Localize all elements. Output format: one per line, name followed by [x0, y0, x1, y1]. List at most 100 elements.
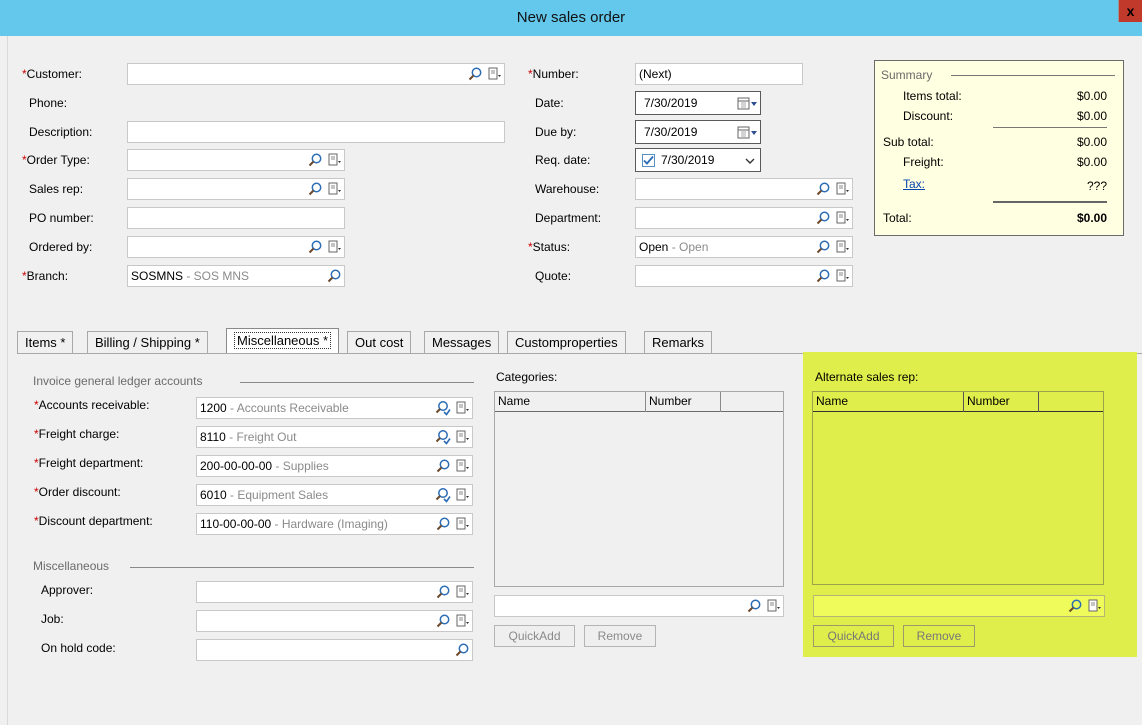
alternate-sales-rep-grid[interactable]: Name Number	[812, 391, 1104, 585]
column-header-number[interactable]: Number	[964, 392, 1039, 412]
dropdown-menu-icon[interactable]	[454, 487, 470, 503]
calendar-dropdown-icon[interactable]	[736, 96, 758, 112]
items-total-value: $0.00	[1076, 89, 1107, 103]
calendar-dropdown-icon[interactable]	[736, 125, 758, 141]
tax-link[interactable]: Tax:	[903, 177, 925, 191]
verified-search-icon[interactable]	[435, 487, 451, 503]
po-number-field[interactable]	[127, 207, 345, 229]
department-field[interactable]	[635, 207, 853, 229]
verified-search-icon[interactable]	[435, 429, 451, 445]
freight-charge-field[interactable]: 8110 - Freight Out	[196, 426, 473, 448]
search-icon[interactable]	[815, 181, 831, 197]
sales-rep-field[interactable]	[127, 178, 345, 200]
date-picker[interactable]: 7/30/2019	[635, 91, 761, 115]
freight-label: Freight:	[903, 155, 944, 169]
dropdown-menu-icon[interactable]	[454, 516, 470, 532]
alternate-sales-rep-remove-button[interactable]: Remove	[903, 625, 975, 647]
department-label: Department:	[535, 211, 602, 225]
customer-label: *Customer:	[22, 67, 83, 81]
dropdown-menu-icon[interactable]	[454, 429, 470, 445]
req-date-picker[interactable]: 7/30/2019	[635, 148, 761, 172]
column-header-number[interactable]: Number	[646, 392, 721, 412]
on-hold-code-label: On hold code:	[41, 641, 116, 655]
search-icon[interactable]	[746, 598, 762, 614]
order-type-field[interactable]	[127, 149, 345, 171]
search-icon[interactable]	[435, 584, 451, 600]
search-icon[interactable]	[435, 516, 451, 532]
column-header-name[interactable]: Name	[813, 392, 964, 412]
search-icon[interactable]	[815, 268, 831, 284]
tab-remarks[interactable]: Remarks	[644, 331, 713, 354]
dropdown-menu-icon[interactable]	[326, 152, 342, 168]
search-icon[interactable]	[435, 458, 451, 474]
sub-total-label: Sub total:	[883, 135, 934, 149]
dropdown-menu-icon[interactable]	[834, 181, 850, 197]
approver-field[interactable]	[196, 581, 473, 603]
categories-remove-button[interactable]: Remove	[584, 625, 656, 647]
on-hold-code-field[interactable]	[196, 639, 473, 661]
dropdown-menu-icon[interactable]	[326, 239, 342, 255]
tab-items[interactable]: Items *	[17, 331, 74, 354]
branch-field[interactable]: SOSMNS - SOS MNS	[127, 265, 345, 287]
req-date-checkbox[interactable]	[642, 154, 655, 168]
job-label: Job:	[41, 612, 64, 626]
miscellaneous-caption: Miscellaneous	[33, 559, 110, 573]
due-by-picker[interactable]: 7/30/2019	[635, 120, 761, 144]
total-value: $0.00	[1076, 211, 1107, 225]
tab-customproperties[interactable]: Customproperties	[507, 331, 626, 354]
search-icon[interactable]	[307, 181, 323, 197]
dropdown-menu-icon[interactable]	[1086, 598, 1102, 614]
dropdown-menu-icon[interactable]	[454, 584, 470, 600]
categories-search-field[interactable]	[494, 595, 784, 617]
close-icon[interactable]: x	[1118, 0, 1142, 22]
accounts-receivable-label: *Accounts receivable:	[34, 398, 150, 412]
alternate-sales-rep-quickadd-button[interactable]: QuickAdd	[813, 625, 894, 647]
categories-grid[interactable]: Name Number	[494, 391, 784, 587]
tab-messages[interactable]: Messages	[424, 331, 500, 354]
approver-label: Approver:	[41, 583, 94, 597]
categories-quickadd-button[interactable]: QuickAdd	[494, 625, 575, 647]
warehouse-label: Warehouse:	[535, 182, 600, 196]
dropdown-menu-icon[interactable]	[486, 66, 502, 82]
search-icon[interactable]	[1067, 598, 1083, 614]
search-icon[interactable]	[326, 268, 342, 284]
search-icon[interactable]	[307, 239, 323, 255]
dropdown-menu-icon[interactable]	[454, 613, 470, 629]
description-field[interactable]	[127, 121, 505, 143]
job-field[interactable]	[196, 610, 473, 632]
alternate-sales-rep-search-field[interactable]	[813, 595, 1105, 617]
branch-label: *Branch:	[22, 269, 69, 283]
quote-field[interactable]	[635, 265, 853, 287]
tab-billing-shipping[interactable]: Billing / Shipping *	[87, 331, 208, 354]
discount-department-field[interactable]: 110-00-00-00 - Hardware (Imaging)	[196, 513, 473, 535]
dropdown-menu-icon[interactable]	[326, 181, 342, 197]
number-field[interactable]: (Next)	[635, 63, 803, 85]
dropdown-menu-icon[interactable]	[834, 268, 850, 284]
search-icon[interactable]	[467, 66, 483, 82]
chevron-down-icon[interactable]	[744, 153, 756, 169]
freight-department-field[interactable]: 200-00-00-00 - Supplies	[196, 455, 473, 477]
status-field[interactable]: Open - Open	[635, 236, 853, 258]
dropdown-menu-icon[interactable]	[834, 239, 850, 255]
tab-miscellaneous[interactable]: Miscellaneous *	[226, 328, 340, 354]
dropdown-menu-icon[interactable]	[765, 598, 781, 614]
customer-field[interactable]	[127, 63, 505, 85]
ordered-by-field[interactable]	[127, 236, 345, 258]
dropdown-menu-icon[interactable]	[454, 458, 470, 474]
search-icon[interactable]	[815, 239, 831, 255]
search-icon[interactable]	[307, 152, 323, 168]
tab-out-cost[interactable]: Out cost	[347, 331, 412, 354]
date-label: Date:	[535, 96, 564, 110]
title-bar: New sales order x	[0, 0, 1142, 36]
warehouse-field[interactable]	[635, 178, 853, 200]
dropdown-menu-icon[interactable]	[454, 400, 470, 416]
column-header-name[interactable]: Name	[495, 392, 646, 412]
dropdown-menu-icon[interactable]	[834, 210, 850, 226]
verified-search-icon[interactable]	[435, 400, 451, 416]
search-icon[interactable]	[435, 613, 451, 629]
order-discount-label: *Order discount:	[34, 485, 121, 499]
search-icon[interactable]	[454, 642, 470, 658]
search-icon[interactable]	[815, 210, 831, 226]
accounts-receivable-field[interactable]: 1200 - Accounts Receivable	[196, 397, 473, 419]
order-discount-field[interactable]: 6010 - Equipment Sales	[196, 484, 473, 506]
